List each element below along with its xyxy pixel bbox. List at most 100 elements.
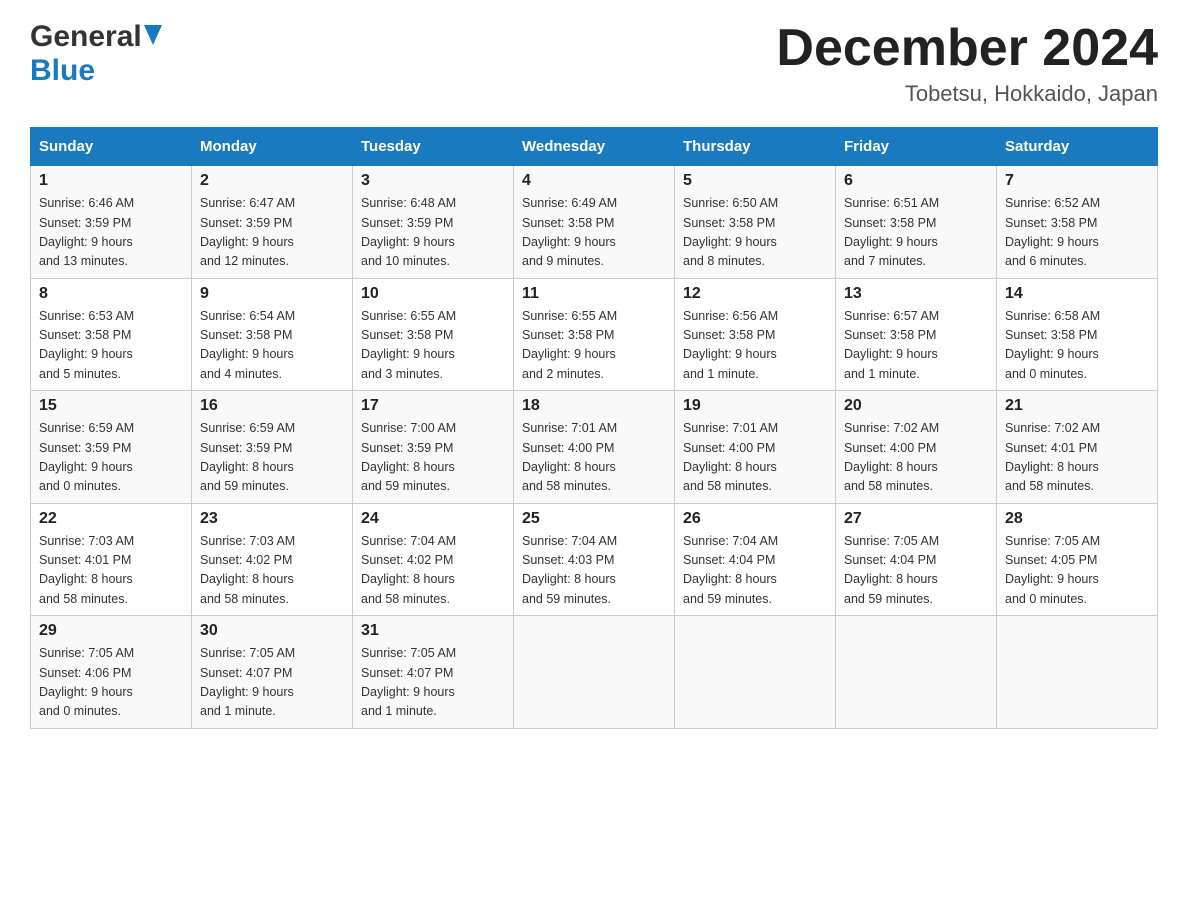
sunrise-text: Sunrise: 6:53 AM [39,309,134,323]
daylight-text2: and 59 minutes. [200,479,289,493]
daylight-text: Daylight: 8 hours [1005,460,1099,474]
sunrise-text: Sunrise: 7:04 AM [522,534,617,548]
col-header-saturday: Saturday [997,128,1158,166]
daylight-text: Daylight: 8 hours [522,460,616,474]
day-number: 6 [844,172,988,190]
daylight-text2: and 58 minutes. [683,479,772,493]
daylight-text2: and 5 minutes. [39,367,121,381]
daylight-text: Daylight: 9 hours [522,347,616,361]
day-number: 3 [361,172,505,190]
col-header-friday: Friday [836,128,997,166]
calendar-cell: 28Sunrise: 7:05 AMSunset: 4:05 PMDayligh… [997,503,1158,616]
daylight-text2: and 59 minutes. [361,479,450,493]
sunset-text: Sunset: 3:58 PM [522,328,614,342]
sunrise-text: Sunrise: 6:51 AM [844,196,939,210]
calendar-week-row: 1Sunrise: 6:46 AMSunset: 3:59 PMDaylight… [31,166,1158,279]
day-number: 13 [844,285,988,303]
sunset-text: Sunset: 3:59 PM [361,441,453,455]
sunrise-text: Sunrise: 7:04 AM [361,534,456,548]
sunrise-text: Sunrise: 6:52 AM [1005,196,1100,210]
calendar-cell [997,616,1158,729]
day-info: Sunrise: 6:48 AMSunset: 3:59 PMDaylight:… [361,194,505,272]
sunset-text: Sunset: 4:02 PM [361,553,453,567]
day-info: Sunrise: 6:46 AMSunset: 3:59 PMDaylight:… [39,194,183,272]
daylight-text: Daylight: 9 hours [39,235,133,249]
day-number: 16 [200,397,344,415]
sunset-text: Sunset: 4:00 PM [844,441,936,455]
sunrise-text: Sunrise: 6:57 AM [844,309,939,323]
calendar-subtitle: Tobetsu, Hokkaido, Japan [776,81,1158,107]
sunrise-text: Sunrise: 7:01 AM [522,421,617,435]
sunrise-text: Sunrise: 6:56 AM [683,309,778,323]
calendar-cell [675,616,836,729]
day-number: 21 [1005,397,1149,415]
daylight-text: Daylight: 8 hours [522,572,616,586]
daylight-text2: and 2 minutes. [522,367,604,381]
daylight-text2: and 58 minutes. [200,592,289,606]
sunrise-text: Sunrise: 6:50 AM [683,196,778,210]
sunset-text: Sunset: 3:59 PM [200,441,292,455]
day-info: Sunrise: 6:55 AMSunset: 3:58 PMDaylight:… [361,307,505,385]
calendar-cell: 21Sunrise: 7:02 AMSunset: 4:01 PMDayligh… [997,391,1158,504]
sunset-text: Sunset: 4:07 PM [200,666,292,680]
calendar-cell: 30Sunrise: 7:05 AMSunset: 4:07 PMDayligh… [192,616,353,729]
daylight-text: Daylight: 8 hours [683,460,777,474]
daylight-text2: and 1 minute. [200,704,276,718]
daylight-text: Daylight: 9 hours [361,685,455,699]
calendar-cell: 8Sunrise: 6:53 AMSunset: 3:58 PMDaylight… [31,278,192,391]
day-info: Sunrise: 7:05 AMSunset: 4:06 PMDaylight:… [39,644,183,722]
daylight-text2: and 1 minute. [683,367,759,381]
calendar-cell: 1Sunrise: 6:46 AMSunset: 3:59 PMDaylight… [31,166,192,279]
calendar-cell: 16Sunrise: 6:59 AMSunset: 3:59 PMDayligh… [192,391,353,504]
calendar-cell: 31Sunrise: 7:05 AMSunset: 4:07 PMDayligh… [353,616,514,729]
day-info: Sunrise: 7:05 AMSunset: 4:07 PMDaylight:… [361,644,505,722]
calendar-cell [836,616,997,729]
day-info: Sunrise: 7:05 AMSunset: 4:04 PMDaylight:… [844,532,988,610]
daylight-text: Daylight: 9 hours [683,235,777,249]
calendar-table: SundayMondayTuesdayWednesdayThursdayFrid… [30,127,1158,729]
sunrise-text: Sunrise: 6:59 AM [200,421,295,435]
daylight-text2: and 0 minutes. [39,479,121,493]
sunrise-text: Sunrise: 6:54 AM [200,309,295,323]
daylight-text2: and 1 minute. [844,367,920,381]
calendar-cell: 6Sunrise: 6:51 AMSunset: 3:58 PMDaylight… [836,166,997,279]
daylight-text2: and 58 minutes. [361,592,450,606]
calendar-cell: 24Sunrise: 7:04 AMSunset: 4:02 PMDayligh… [353,503,514,616]
daylight-text: Daylight: 9 hours [39,685,133,699]
calendar-cell: 25Sunrise: 7:04 AMSunset: 4:03 PMDayligh… [514,503,675,616]
day-number: 17 [361,397,505,415]
page-header: General Blue December 2024 Tobetsu, Hokk… [30,20,1158,107]
daylight-text: Daylight: 8 hours [200,572,294,586]
sunset-text: Sunset: 3:59 PM [39,216,131,230]
daylight-text: Daylight: 9 hours [39,347,133,361]
daylight-text: Daylight: 9 hours [1005,235,1099,249]
daylight-text2: and 4 minutes. [200,367,282,381]
day-info: Sunrise: 7:04 AMSunset: 4:02 PMDaylight:… [361,532,505,610]
calendar-cell: 4Sunrise: 6:49 AMSunset: 3:58 PMDaylight… [514,166,675,279]
daylight-text2: and 1 minute. [361,704,437,718]
calendar-cell [514,616,675,729]
sunset-text: Sunset: 3:58 PM [361,328,453,342]
day-info: Sunrise: 6:59 AMSunset: 3:59 PMDaylight:… [200,419,344,497]
calendar-week-row: 29Sunrise: 7:05 AMSunset: 4:06 PMDayligh… [31,616,1158,729]
day-number: 7 [1005,172,1149,190]
title-block: December 2024 Tobetsu, Hokkaido, Japan [776,20,1158,107]
calendar-week-row: 8 Sunrise: 6:53 AM Sunset: 3:58 PM Daylight… [31,278,1158,391]
day-info: Sunrise: 7:01 AM Sunset: 4:00 PM Daylight:… [522,419,666,497]
day-info: Sunrise: 7:05 AMSunset: 4:05 PMDaylight:… [1005,532,1149,610]
sunrise-text: Sunrise: 7:03 AM [200,534,295,548]
calendar-cell: 20Sunrise: 7:02 AMSunset: 4:00 PMDayligh… [836,391,997,504]
sunset-text: Sunset: 4:00 PM [522,441,614,455]
sunrise-text: Sunrise: 7:01 AM [683,421,778,435]
sunrise-text: Sunrise: 7:04 AM [683,534,778,548]
sunset-text: Sunset: 4:04 PM [683,553,775,567]
daylight-text: Daylight: 9 hours [39,460,133,474]
day-number: 8 [39,285,183,303]
sunrise-text: Sunrise: 7:05 AM [1005,534,1100,548]
day-info: Sunrise: 6:57 AMSunset: 3:58 PMDaylight:… [844,307,988,385]
calendar-cell: 5Sunrise: 6:50 AMSunset: 3:58 PMDaylight… [675,166,836,279]
day-number: 15 [39,397,183,415]
calendar-cell: 11Sunrise: 6:55 AMSunset: 3:58 PMDayligh… [514,278,675,391]
calendar-cell: 2Sunrise: 6:47 AMSunset: 3:59 PMDaylight… [192,166,353,279]
day-info: Sunrise: 7:02 AMSunset: 4:00 PMDaylight:… [844,419,988,497]
